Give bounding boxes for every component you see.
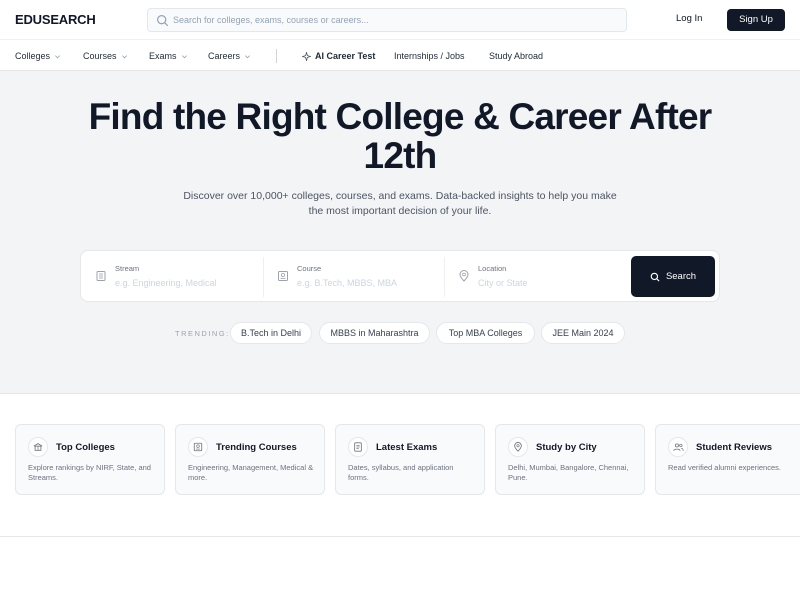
main-nav: Colleges Courses Exams Careers AI Career… [0, 41, 800, 71]
nav-item-label: Study Abroad [489, 51, 544, 61]
nav-item-courses[interactable]: Courses [83, 51, 128, 61]
location-label: Location [478, 264, 507, 273]
stream-label: Stream [115, 264, 140, 273]
trending-label: TRENDING: [175, 329, 230, 338]
hero-title: Find the Right College & Career After 12… [88, 96, 713, 176]
card-student-reviews[interactable]: Student Reviews Read verified alumni exp… [655, 424, 800, 495]
nav-item-colleges[interactable]: Colleges [15, 51, 61, 61]
location-input[interactable]: City or State [478, 278, 528, 288]
search-button[interactable]: Search [631, 256, 715, 297]
global-search-input[interactable]: Search for colleges, exams, courses or c… [147, 8, 627, 32]
map-pin-icon [508, 437, 528, 457]
card-description: Read verified alumni experiences. [668, 463, 781, 472]
card-description: Engineering, Management, Medical & more. [188, 463, 314, 482]
nav-divider [276, 49, 277, 63]
signup-button[interactable]: Sign Up [727, 9, 785, 31]
course-field[interactable]: Course e.g. B.Tech, MBBS, MBA [263, 251, 444, 303]
building-icon [96, 271, 106, 281]
location-field[interactable]: Location City or State [444, 251, 629, 303]
logo[interactable]: EDUSEARCH [15, 12, 96, 27]
course-label: Course [297, 264, 322, 273]
search-placeholder: Search for colleges, exams, courses or c… [173, 15, 369, 25]
search-icon [157, 15, 169, 27]
nav-item-internships[interactable]: Internships / Jobs [394, 51, 465, 61]
book-icon [278, 271, 288, 281]
sparkle-icon [302, 51, 311, 61]
trending-chip[interactable]: Top MBA Colleges [436, 322, 535, 344]
trending-chip[interactable]: B.Tech in Delhi [230, 322, 312, 344]
trending-chip[interactable]: JEE Main 2024 [541, 322, 625, 344]
chevron-down-icon [55, 54, 61, 58]
nav-item-label: AI Career Test [315, 51, 376, 61]
document-icon [348, 437, 368, 457]
search-button-label: Search [665, 271, 697, 282]
card-latest-exams[interactable]: Latest Exams Dates, syllabus, and applic… [335, 424, 485, 495]
college-search-form: Stream e.g. Engineering, Medical Course … [80, 250, 720, 302]
users-icon [668, 437, 688, 457]
card-title: Top Colleges [56, 442, 115, 453]
nav-item-ai-career-test[interactable]: AI Career Test [302, 51, 375, 61]
search-icon [650, 272, 660, 281]
nav-item-study-abroad[interactable]: Study Abroad [489, 51, 543, 61]
hero-subtitle: Discover over 10,000+ colleges, courses,… [183, 190, 617, 217]
card-description: Dates, syllabus, and application forms. [348, 463, 454, 482]
card-title: Trending Courses [216, 442, 297, 453]
chevron-down-icon [245, 54, 251, 58]
card-description: Delhi, Mumbai, Bangalore, Chennai, Pune. [508, 463, 629, 482]
trending-chip[interactable]: MBBS in Maharashtra [319, 322, 430, 344]
course-input[interactable]: e.g. B.Tech, MBBS, MBA [297, 278, 397, 288]
quick-links-section: Top Colleges Explore rankings by NIRF, S… [0, 395, 800, 537]
card-study-by-city[interactable]: Study by City Delhi, Mumbai, Bangalore, … [495, 424, 645, 495]
nav-item-label: Courses [83, 51, 117, 61]
card-title: Study by City [536, 442, 597, 453]
login-button[interactable]: Log In [676, 13, 702, 24]
card-title: Student Reviews [696, 442, 773, 453]
card-top-colleges[interactable]: Top Colleges Explore rankings by NIRF, S… [15, 424, 165, 495]
stream-input[interactable]: e.g. Engineering, Medical [115, 278, 217, 288]
nav-item-exams[interactable]: Exams [149, 51, 188, 61]
nav-item-label: Exams [149, 51, 177, 61]
stream-field[interactable]: Stream e.g. Engineering, Medical [81, 251, 263, 303]
building-icon [28, 437, 48, 457]
card-description: Explore rankings by NIRF, State, and Str… [28, 463, 151, 482]
chevron-down-icon [181, 54, 187, 58]
nav-item-careers[interactable]: Careers [208, 51, 251, 61]
hero-section: Find the Right College & Career After 12… [0, 71, 800, 394]
chevron-down-icon [121, 54, 127, 58]
map-pin-icon [459, 270, 469, 282]
card-trending-courses[interactable]: Trending Courses Engineering, Management… [175, 424, 325, 495]
nav-item-label: Colleges [15, 51, 51, 61]
nav-item-label: Careers [208, 51, 241, 61]
badge-icon [188, 437, 208, 457]
next-section [0, 537, 800, 600]
card-title: Latest Exams [376, 442, 438, 453]
top-bar: EDUSEARCH Search for colleges, exams, co… [0, 0, 800, 40]
nav-item-label: Internships / Jobs [394, 51, 465, 61]
